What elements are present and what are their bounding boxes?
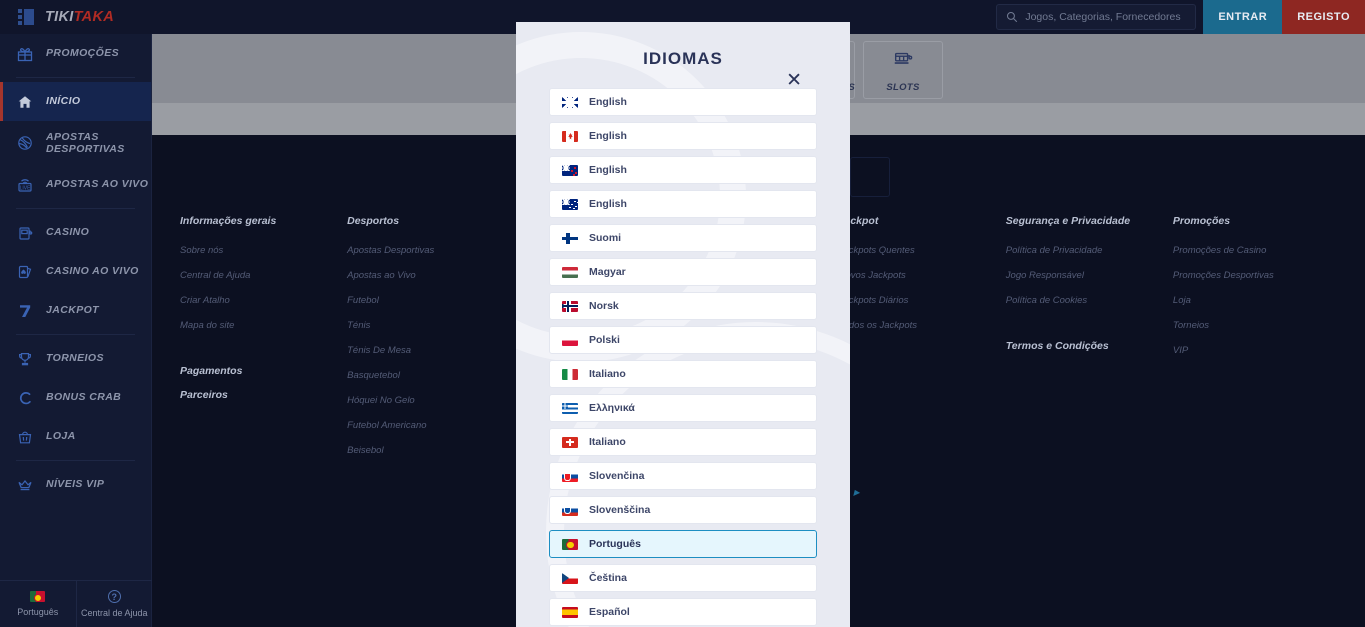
flag-poland-icon xyxy=(562,334,578,346)
language-option[interactable]: Ελληνικά xyxy=(549,394,817,422)
language-option[interactable]: Slovenčina xyxy=(549,462,817,490)
language-option[interactable]: Suomi xyxy=(549,224,817,252)
language-option-label: Suomi xyxy=(589,232,622,244)
language-list: English English English English Suomi Magyar N… xyxy=(516,88,850,626)
app-root: TIKITAKA Jogos, Categorias, Fornecedores… xyxy=(0,0,1365,627)
flag-united-kingdom-icon xyxy=(562,96,578,108)
language-option[interactable]: Español xyxy=(549,598,817,626)
flag-switzerland-icon xyxy=(562,436,578,448)
flag-canada-icon xyxy=(562,130,578,142)
language-option[interactable]: Čeština xyxy=(549,564,817,592)
language-option-label: Magyar xyxy=(589,266,626,278)
flag-slovakia-icon xyxy=(562,470,578,482)
language-option-label: English xyxy=(589,198,627,210)
language-option-label: English xyxy=(589,130,627,142)
language-option-label: Slovenčina xyxy=(589,470,645,482)
language-option-label: Español xyxy=(589,606,630,618)
language-option-label: Ελληνικά xyxy=(589,402,635,414)
language-option-label: Italiano xyxy=(589,436,626,448)
language-option[interactable]: Italiano xyxy=(549,360,817,388)
modal-title: IDIOMAS xyxy=(643,49,723,68)
language-option[interactable]: Slovenščina xyxy=(549,496,817,524)
flag-slovenia-icon xyxy=(562,504,578,516)
flag-spain-icon xyxy=(562,606,578,618)
language-option[interactable]: English xyxy=(549,88,817,116)
flag-italy-icon xyxy=(562,368,578,380)
language-option-label: Polski xyxy=(589,334,620,346)
language-option-label: Italiano xyxy=(589,368,626,380)
flag-new-zealand-icon xyxy=(562,164,578,176)
language-option-label: English xyxy=(589,96,627,108)
language-option[interactable]: Polski xyxy=(549,326,817,354)
flag-finland-icon xyxy=(562,232,578,244)
language-option[interactable]: Português xyxy=(549,530,817,558)
language-option[interactable]: English xyxy=(549,122,817,150)
language-option-label: Português xyxy=(589,538,641,550)
language-option-label: Čeština xyxy=(589,572,627,584)
language-option[interactable]: Norsk xyxy=(549,292,817,320)
flag-australia-icon xyxy=(562,198,578,210)
flag-portugal-icon xyxy=(562,538,578,550)
language-option-label: Slovenščina xyxy=(589,504,651,516)
language-option-label: English xyxy=(589,164,627,176)
language-option[interactable]: English xyxy=(549,156,817,184)
flag-norway-icon xyxy=(562,300,578,312)
flag-hungary-icon xyxy=(562,266,578,278)
language-option[interactable]: Magyar xyxy=(549,258,817,286)
language-option[interactable]: Italiano xyxy=(549,428,817,456)
language-option[interactable]: English xyxy=(549,190,817,218)
languages-modal: IDIOMAS ✕ English English English English Su… xyxy=(516,22,850,627)
language-option-label: Norsk xyxy=(589,300,619,312)
flag-greece-icon xyxy=(562,402,578,414)
flag-czech-republic-icon xyxy=(562,572,578,584)
